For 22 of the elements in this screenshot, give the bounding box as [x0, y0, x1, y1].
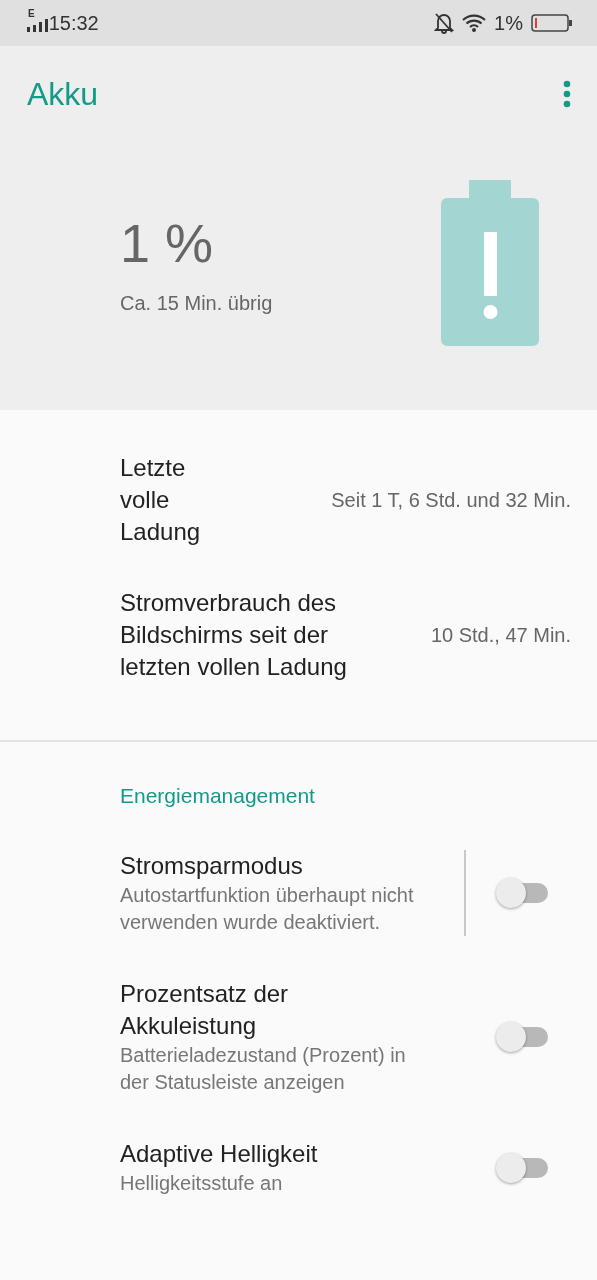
info-value: Seit 1 T, 6 Std. und 32 Min. — [331, 488, 571, 512]
setting-description: Batterieladezustand (Prozent) in der Statusleiste anzeigen — [120, 1043, 407, 1095]
setting-description: Autostartfunktion überhaupt nicht verwenden wurde deaktiviert. — [120, 883, 415, 935]
info-value: 10 Std., 47 Min. — [430, 623, 571, 647]
section-header: Energiemanagement — [119, 783, 316, 808]
setting-title: Prozentsatz der Akkuleistung — [120, 979, 290, 1041]
setting-title: Adaptive Helligkeit — [120, 1139, 319, 1169]
time-remaining: Ca. 15 Min. übrig — [120, 291, 273, 315]
wifi-icon — [462, 14, 487, 32]
overflow-menu-icon[interactable] — [563, 80, 571, 108]
battery-level: 1 % — [120, 211, 215, 274]
page-title: Akku — [27, 75, 99, 113]
network-type: E — [28, 8, 35, 19]
battery-icon — [531, 14, 573, 32]
muted-bell-icon — [434, 12, 455, 34]
battery-percent: 1% — [494, 11, 523, 35]
setting-description: Helligkeitsstufe an — [120, 1171, 284, 1196]
battery-warning-icon — [441, 180, 539, 346]
setting-title: Stromsparmodus — [120, 851, 304, 881]
info-label: Stromverbrauch des Bildschirms seit der letzten vollen Ladung — [120, 588, 348, 682]
info-label: Letzte volle Ladung — [120, 453, 202, 547]
clock: 15:32 — [48, 11, 99, 35]
